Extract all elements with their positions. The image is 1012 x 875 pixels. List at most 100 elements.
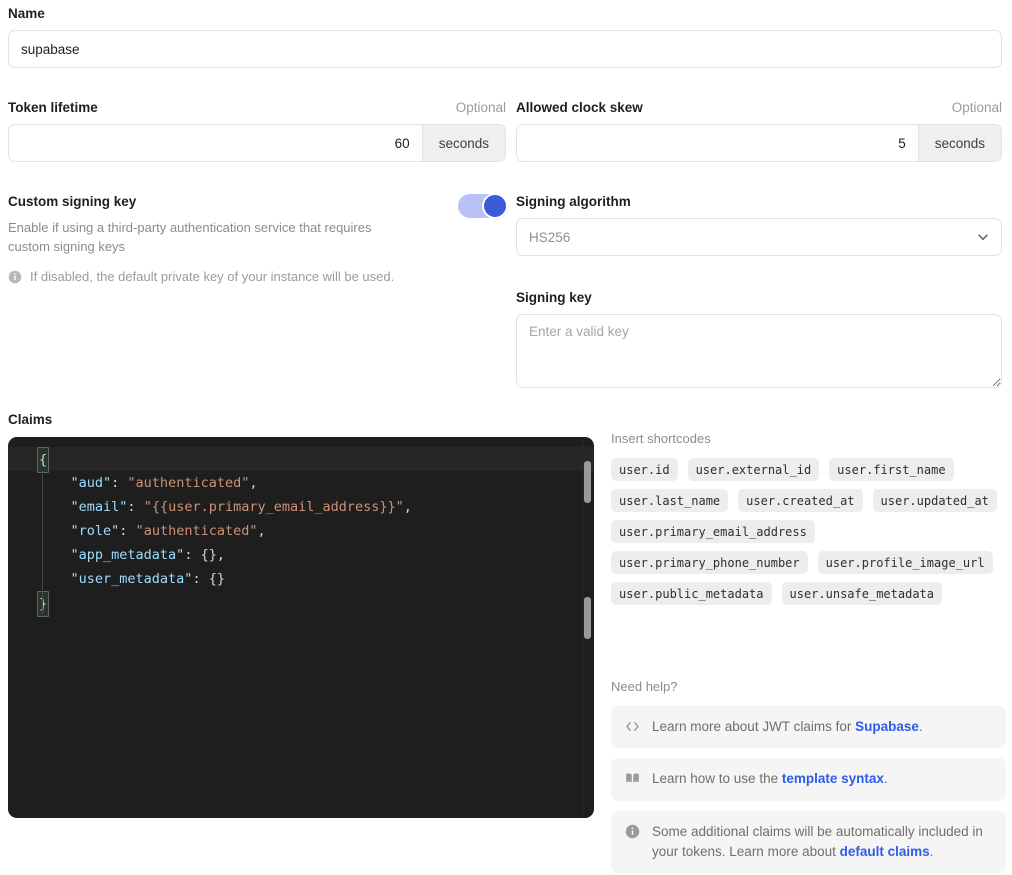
code-line: "email": "{{user.primary_email_address}}…	[8, 495, 594, 519]
code-token-punct: :	[111, 475, 128, 491]
code-token-str: "{{user.primary_email_address}}"	[143, 499, 404, 515]
code-brace-highlight: {	[37, 447, 50, 473]
code-token-punct: : {}	[192, 571, 225, 587]
help-card-list: Learn more about JWT claims for Supabase…	[611, 706, 1006, 873]
shortcode-chip[interactable]: user.primary_phone_number	[611, 551, 808, 574]
shortcode-chip[interactable]: user.unsafe_metadata	[781, 582, 942, 605]
shortcode-chip[interactable]: user.updated_at	[872, 489, 997, 512]
indent-guide	[42, 471, 43, 615]
custom-signing-key-group: Custom signing key Enable if using a thi…	[8, 193, 508, 287]
clock-skew-unit-addon: seconds	[917, 125, 1001, 162]
help-card-suffix: .	[883, 771, 888, 787]
shortcodes-chip-list: user.id user.external_id user.first_nameus…	[611, 458, 1006, 605]
info-icon	[8, 270, 22, 284]
editor-gutter-divider	[582, 437, 583, 818]
shortcode-chip[interactable]: user.first_name	[829, 458, 954, 481]
help-card-link[interactable]: template syntax	[782, 771, 884, 786]
shortcode-chip[interactable]: user.last_name	[611, 489, 729, 512]
code-token-punct: ,	[257, 523, 266, 539]
help-card[interactable]: Some additional claims will be automatic…	[611, 810, 1006, 873]
claims-label: Claims	[8, 412, 53, 427]
custom-signing-key-description: Enable if using a third-party authentica…	[8, 220, 372, 255]
clock-skew-field-group: Allowed clock skew Optional seconds	[516, 100, 1002, 163]
code-icon	[625, 719, 640, 734]
token-lifetime-field-group: Token lifetime Optional seconds	[8, 100, 506, 163]
claims-code-editor[interactable]: { "aud": "authenticated", "email": "{{us…	[8, 437, 594, 818]
code-line: "user_metadata": {}	[8, 567, 594, 591]
help-card[interactable]: Learn more about JWT claims for Supabase…	[611, 706, 1006, 749]
code-token-punct: :	[119, 523, 136, 539]
shortcode-chip[interactable]: user.public_metadata	[611, 582, 772, 605]
shortcodes-heading: Insert shortcodes	[611, 431, 711, 446]
signing-algorithm-select-wrap: HS256	[516, 218, 1002, 257]
shortcode-chip[interactable]: user.created_at	[738, 489, 863, 512]
help-card-link[interactable]: default claims	[840, 844, 930, 859]
token-lifetime-label: Token lifetime	[8, 100, 98, 115]
shortcodes-panel: Insert shortcodes user.id user.external_i…	[611, 431, 1006, 605]
token-lifetime-input-group: seconds	[8, 124, 506, 163]
signing-algorithm-group: Signing algorithm HS256	[516, 194, 1002, 257]
code-token-punct: : {},	[184, 547, 225, 563]
shortcode-chip[interactable]: user.id	[611, 458, 678, 481]
help-card-text: Learn how to use the template syntax.	[652, 769, 888, 789]
code-line: }	[8, 591, 594, 617]
book-icon	[625, 771, 640, 786]
code-token-key: "aud"	[70, 475, 112, 491]
code-line: "aud": "authenticated",	[8, 471, 594, 495]
custom-signing-key-note-text: If disabled, the default private key of …	[30, 268, 395, 284]
code-token-key: "user_metadata"	[70, 571, 193, 587]
signing-key-group: Signing key	[516, 290, 1002, 393]
signing-algorithm-label: Signing algorithm	[516, 194, 631, 209]
code-token-key: "email"	[70, 499, 128, 515]
jwt-template-settings-page: Name Token lifetime Optional seconds All…	[0, 0, 1012, 875]
signing-key-label: Signing key	[516, 290, 592, 305]
name-label: Name	[8, 6, 45, 21]
token-lifetime-optional-tag: Optional	[455, 100, 506, 115]
name-field-group: Name	[8, 6, 1002, 69]
token-lifetime-unit-addon: seconds	[421, 125, 505, 162]
help-card-prefix: Learn how to use the	[652, 771, 782, 787]
editor-scroll-thumb-top[interactable]	[584, 461, 591, 503]
signing-algorithm-selected-value: HS256	[529, 229, 571, 245]
code-token-key: "role"	[70, 523, 120, 539]
help-card-link[interactable]: Supabase	[855, 719, 919, 734]
claims-label-wrap: Claims	[8, 412, 506, 428]
shortcode-chip[interactable]: user.primary_email_address	[611, 520, 815, 543]
code-editor-inner: { "aud": "authenticated", "email": "{{us…	[8, 437, 594, 818]
shortcode-chip[interactable]: user.profile_image_url	[817, 551, 993, 574]
code-token-punct: ,	[403, 499, 412, 515]
help-card-suffix: .	[929, 843, 934, 859]
token-lifetime-input[interactable]	[9, 125, 422, 162]
help-card-text: Learn more about JWT claims for Supabase…	[652, 717, 923, 737]
code-line: "role": "authenticated",	[8, 519, 594, 543]
code-line: "app_metadata": {},	[8, 543, 594, 567]
help-card-suffix: .	[918, 719, 923, 734]
help-panel: Need help? Learn more about JWT claims f…	[611, 679, 1006, 875]
clock-skew-label: Allowed clock skew	[516, 100, 643, 115]
custom-signing-key-note: If disabled, the default private key of …	[8, 268, 506, 287]
token-lifetime-label-row: Token lifetime Optional	[8, 100, 506, 116]
clock-skew-input-group: seconds	[516, 124, 1002, 163]
editor-scroll-thumb-bottom[interactable]	[584, 597, 591, 639]
custom-signing-key-toggle[interactable]	[458, 193, 508, 219]
shortcode-chip[interactable]: user.external_id	[687, 458, 820, 481]
help-card[interactable]: Learn how to use the template syntax.	[611, 758, 1006, 801]
toggle-knob	[482, 193, 508, 219]
help-card-text: Some additional claims will be automatic…	[652, 822, 992, 863]
code-token-punct: ,	[249, 475, 258, 491]
name-input[interactable]	[8, 30, 1002, 69]
clock-skew-label-row: Allowed clock skew Optional	[516, 100, 1002, 116]
code-token-key: "app_metadata"	[70, 547, 185, 563]
code-token-str: "authenticated"	[135, 523, 258, 539]
clock-skew-input[interactable]	[517, 125, 918, 162]
signing-algorithm-select[interactable]: HS256	[516, 218, 1002, 257]
info-icon	[625, 824, 640, 839]
code-token-punct: :	[127, 499, 144, 515]
code-brace-highlight: }	[37, 591, 50, 617]
signing-key-textarea[interactable]	[516, 314, 1002, 389]
code-content[interactable]: { "aud": "authenticated", "email": "{{us…	[8, 447, 594, 617]
clock-skew-optional-tag: Optional	[951, 100, 1002, 115]
custom-signing-key-label: Custom signing key	[8, 194, 137, 209]
help-heading: Need help?	[611, 679, 678, 694]
code-line: {	[8, 447, 594, 473]
